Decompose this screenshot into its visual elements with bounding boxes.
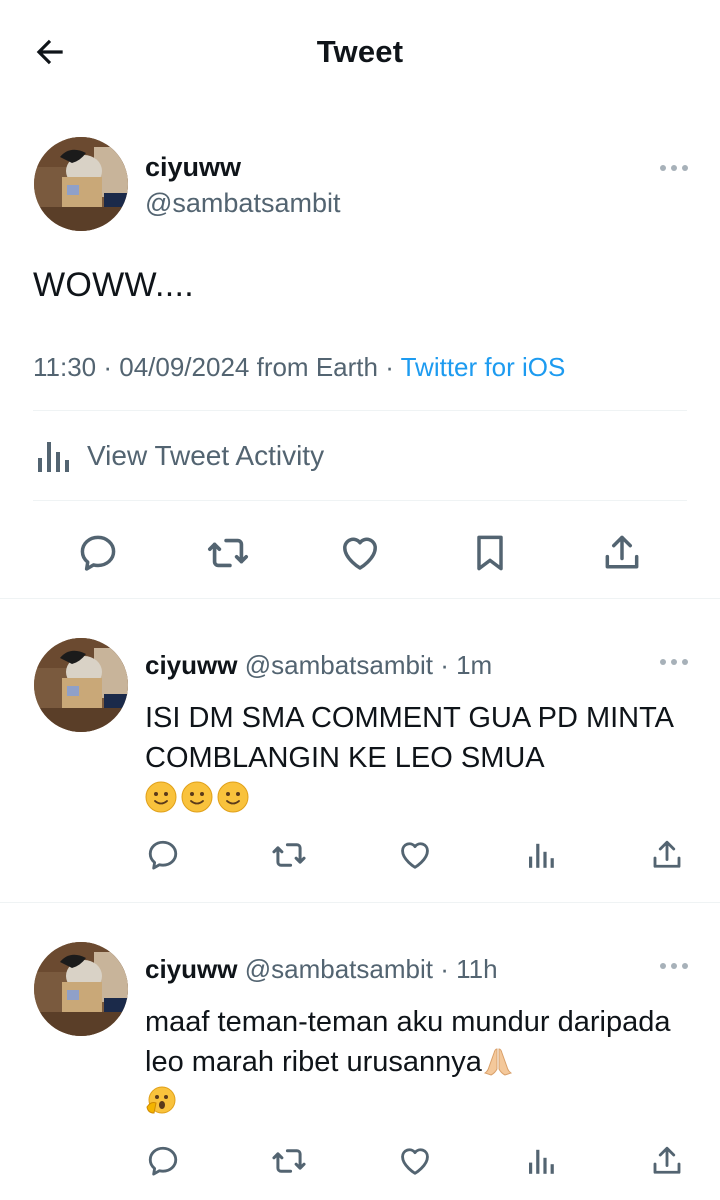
meta-separator: ·	[440, 650, 449, 680]
share-icon	[653, 840, 681, 868]
share-button[interactable]	[644, 1138, 690, 1184]
tweet-meta: 11:30 · 04/09/2024 from Earth · Twitter …	[33, 352, 565, 383]
avatar-image	[34, 638, 128, 732]
reply-header: ciyuww @sambatsambit · 11h	[145, 954, 498, 985]
author-handle[interactable]: @sambatsambit	[245, 954, 433, 984]
meta-separator: ·	[377, 352, 401, 382]
reply-timestamp: 1m	[456, 650, 493, 680]
reply-icon	[80, 535, 116, 571]
reply-action-bar	[0, 1138, 720, 1188]
reply-text-content: maaf teman-teman aku mundur daripada leo…	[145, 1006, 671, 1078]
more-dots-icon	[660, 165, 688, 171]
view-analytics-button[interactable]	[518, 1138, 564, 1184]
avatar[interactable]	[34, 137, 128, 231]
reply-text-content: ISI DM SMA COMMENT GUA PD MINTA COMBLANG…	[145, 702, 673, 774]
reply-button[interactable]	[73, 528, 123, 578]
reply-timestamp: 11h	[456, 954, 498, 984]
retweet-icon	[272, 1149, 306, 1173]
more-dots-icon	[660, 963, 688, 969]
like-button[interactable]	[392, 832, 438, 878]
more-options-button[interactable]	[656, 954, 692, 978]
like-button[interactable]	[392, 1138, 438, 1184]
divider	[33, 500, 687, 501]
more-dots-icon	[660, 659, 688, 665]
heart-icon	[401, 1148, 429, 1175]
divider	[33, 410, 687, 411]
author-name[interactable]: ciyuww	[145, 650, 237, 680]
author-handle[interactable]: @sambatsambit	[145, 188, 340, 219]
retweet-icon	[272, 843, 306, 867]
bookmark-button[interactable]	[465, 528, 515, 578]
slightly-smiling-face-icon	[217, 781, 249, 813]
like-button[interactable]	[335, 528, 385, 578]
reply-icon	[148, 1146, 178, 1176]
main-tweet: ciyuww @sambatsambit WOWW.... 11:30 · 04…	[0, 104, 720, 598]
avatar-image	[34, 942, 128, 1036]
analytics-icon	[529, 843, 554, 868]
view-tweet-activity-label: View Tweet Activity	[87, 440, 325, 471]
analytics-icon	[529, 1149, 554, 1174]
slightly-smiling-face-icon	[145, 781, 177, 813]
avatar[interactable]	[34, 638, 128, 732]
reply-button[interactable]	[140, 832, 186, 878]
share-icon	[653, 1146, 681, 1174]
reply-tweet[interactable]: ciyuww @sambatsambit · 11h maaf teman-te…	[0, 902, 720, 1200]
analytics-icon	[38, 442, 69, 472]
reply-header: ciyuww @sambatsambit · 1m	[145, 650, 492, 681]
bookmark-icon	[477, 535, 503, 571]
reply-action-bar	[0, 832, 720, 882]
avatar-image	[34, 137, 128, 231]
retweet-button[interactable]	[266, 1138, 312, 1184]
retweet-button[interactable]	[266, 832, 312, 878]
slightly-smiling-face-icon	[181, 781, 213, 813]
reply-button[interactable]	[140, 1138, 186, 1184]
retweet-button[interactable]	[203, 528, 253, 578]
meta-separator: ·	[440, 954, 449, 984]
retweet-icon	[207, 538, 249, 568]
view-tweet-activity-button[interactable]: View Tweet Activity	[33, 420, 687, 492]
top-bar: Tweet	[0, 0, 720, 104]
reply-text: maaf teman-teman aku mundur daripada leo…	[145, 1002, 690, 1122]
author-name[interactable]: ciyuww	[145, 954, 237, 984]
heart-icon	[401, 842, 429, 869]
share-icon	[605, 535, 639, 569]
heart-icon	[343, 537, 377, 570]
face-with-open-mouth-and-hand-icon	[146, 1086, 176, 1114]
more-options-button[interactable]	[656, 156, 692, 180]
share-button[interactable]	[597, 528, 647, 578]
more-options-button[interactable]	[656, 650, 692, 674]
page-title: Tweet	[316, 34, 404, 69]
tweet-text: WOWW....	[33, 266, 195, 304]
author-name[interactable]: ciyuww	[145, 152, 241, 183]
folded-hands-icon	[483, 1048, 513, 1076]
tweet-source-link[interactable]: Twitter for iOS	[401, 352, 566, 382]
tweet-timestamp: 11:30 · 04/09/2024 from Earth	[33, 352, 378, 382]
reply-text: ISI DM SMA COMMENT GUA PD MINTA COMBLANG…	[145, 698, 690, 818]
reply-icon	[148, 840, 178, 870]
reply-tweet[interactable]: ciyuww @sambatsambit · 1m ISI DM SMA COM…	[0, 598, 720, 902]
view-analytics-button[interactable]	[518, 832, 564, 878]
avatar[interactable]	[34, 942, 128, 1036]
author-handle[interactable]: @sambatsambit	[245, 650, 433, 680]
tweet-action-bar	[0, 514, 720, 584]
share-button[interactable]	[644, 832, 690, 878]
